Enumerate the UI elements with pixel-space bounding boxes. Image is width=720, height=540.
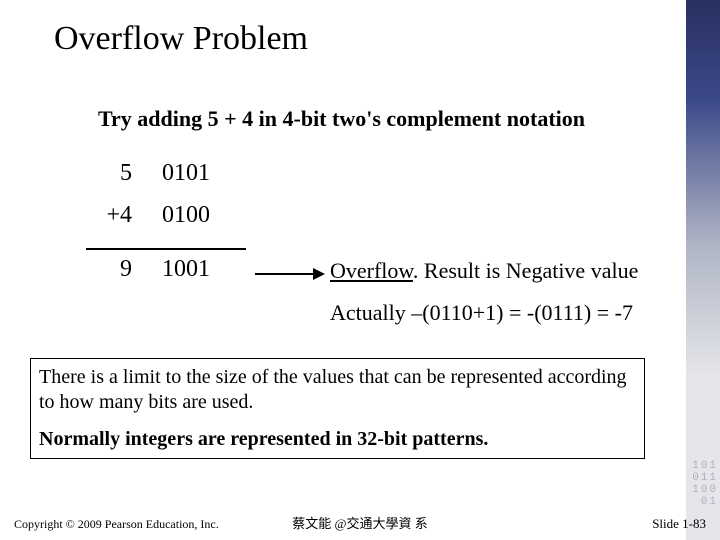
copyright-text: Copyright © 2009 Pearson Education, Inc. xyxy=(14,517,219,532)
slide: 101 011 100 01 Overflow Problem Try addi… xyxy=(0,0,720,540)
footer: Copyright © 2009 Pearson Education, Inc.… xyxy=(0,510,720,540)
limit-line-2: Normally integers are represented in 32-… xyxy=(39,427,636,452)
slide-subtitle: Try adding 5 + 4 in 4-bit two's compleme… xyxy=(98,106,585,132)
limit-note-box: There is a limit to the size of the valu… xyxy=(30,358,645,459)
slide-title: Overflow Problem xyxy=(54,20,308,58)
decimal-value: +4 xyxy=(86,202,132,229)
arrow-icon xyxy=(255,264,325,284)
overflow-annotation: Overflow. Result is Negative value xyxy=(330,258,638,284)
binary-value: 0101 xyxy=(162,160,250,187)
addition-example: 5 0101 +4 0100 9 1001 xyxy=(86,160,250,298)
slide-number: Slide 1-83 xyxy=(652,516,706,532)
calc-row-1: 5 0101 xyxy=(86,160,250,202)
decimal-value: 5 xyxy=(86,160,132,187)
actually-annotation: Actually –(0110+1) = -(0111) = -7 xyxy=(330,300,633,326)
binary-value: 0100 xyxy=(162,202,250,229)
horizontal-rule xyxy=(86,248,246,250)
binary-value: 1001 xyxy=(162,256,250,283)
calc-row-2: +4 0100 xyxy=(86,202,250,244)
overflow-word: Overflow xyxy=(330,258,413,283)
overflow-rest: . Result is Negative value xyxy=(413,258,638,283)
decimal-value: 9 xyxy=(86,256,132,283)
decorative-side-strip: 101 011 100 01 xyxy=(686,0,720,540)
limit-line-1: There is a limit to the size of the valu… xyxy=(39,365,636,415)
center-credit: 蔡文能 @交通大學資 系 xyxy=(292,513,427,532)
calc-row-result: 9 1001 xyxy=(86,256,250,298)
